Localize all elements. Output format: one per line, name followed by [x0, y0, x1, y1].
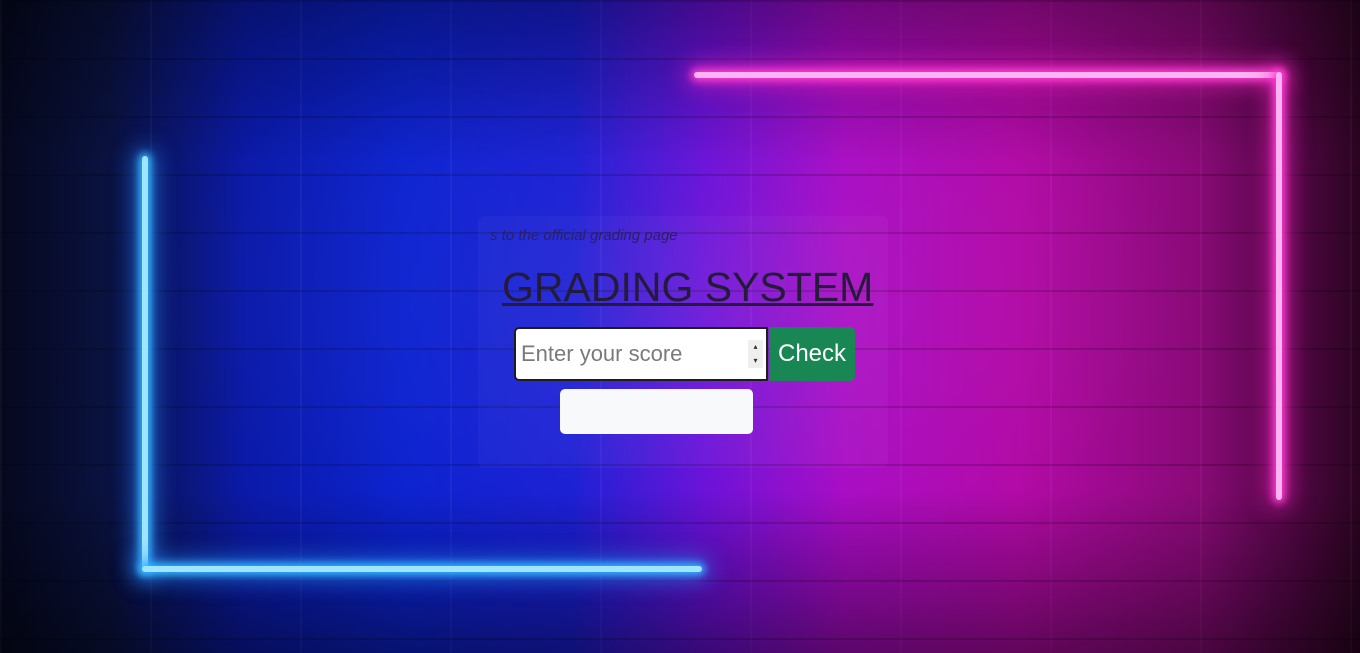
neon-frame-blue-horizontal: [142, 566, 702, 572]
neon-frame-pink-horizontal: [694, 72, 1282, 78]
score-input[interactable]: [514, 327, 768, 381]
check-button[interactable]: Check: [769, 327, 855, 381]
page-title: GRADING SYSTEM: [502, 264, 874, 310]
neon-frame-pink-vertical: [1276, 72, 1282, 500]
result-display: [560, 389, 753, 434]
neon-frame-blue-vertical: [142, 156, 148, 572]
spinner-down-icon[interactable]: ▾: [753, 356, 757, 366]
welcome-text: s to the official grading page: [490, 227, 678, 244]
spinner-up-icon[interactable]: ▴: [753, 342, 757, 352]
number-spinner[interactable]: ▴ ▾: [748, 340, 763, 368]
